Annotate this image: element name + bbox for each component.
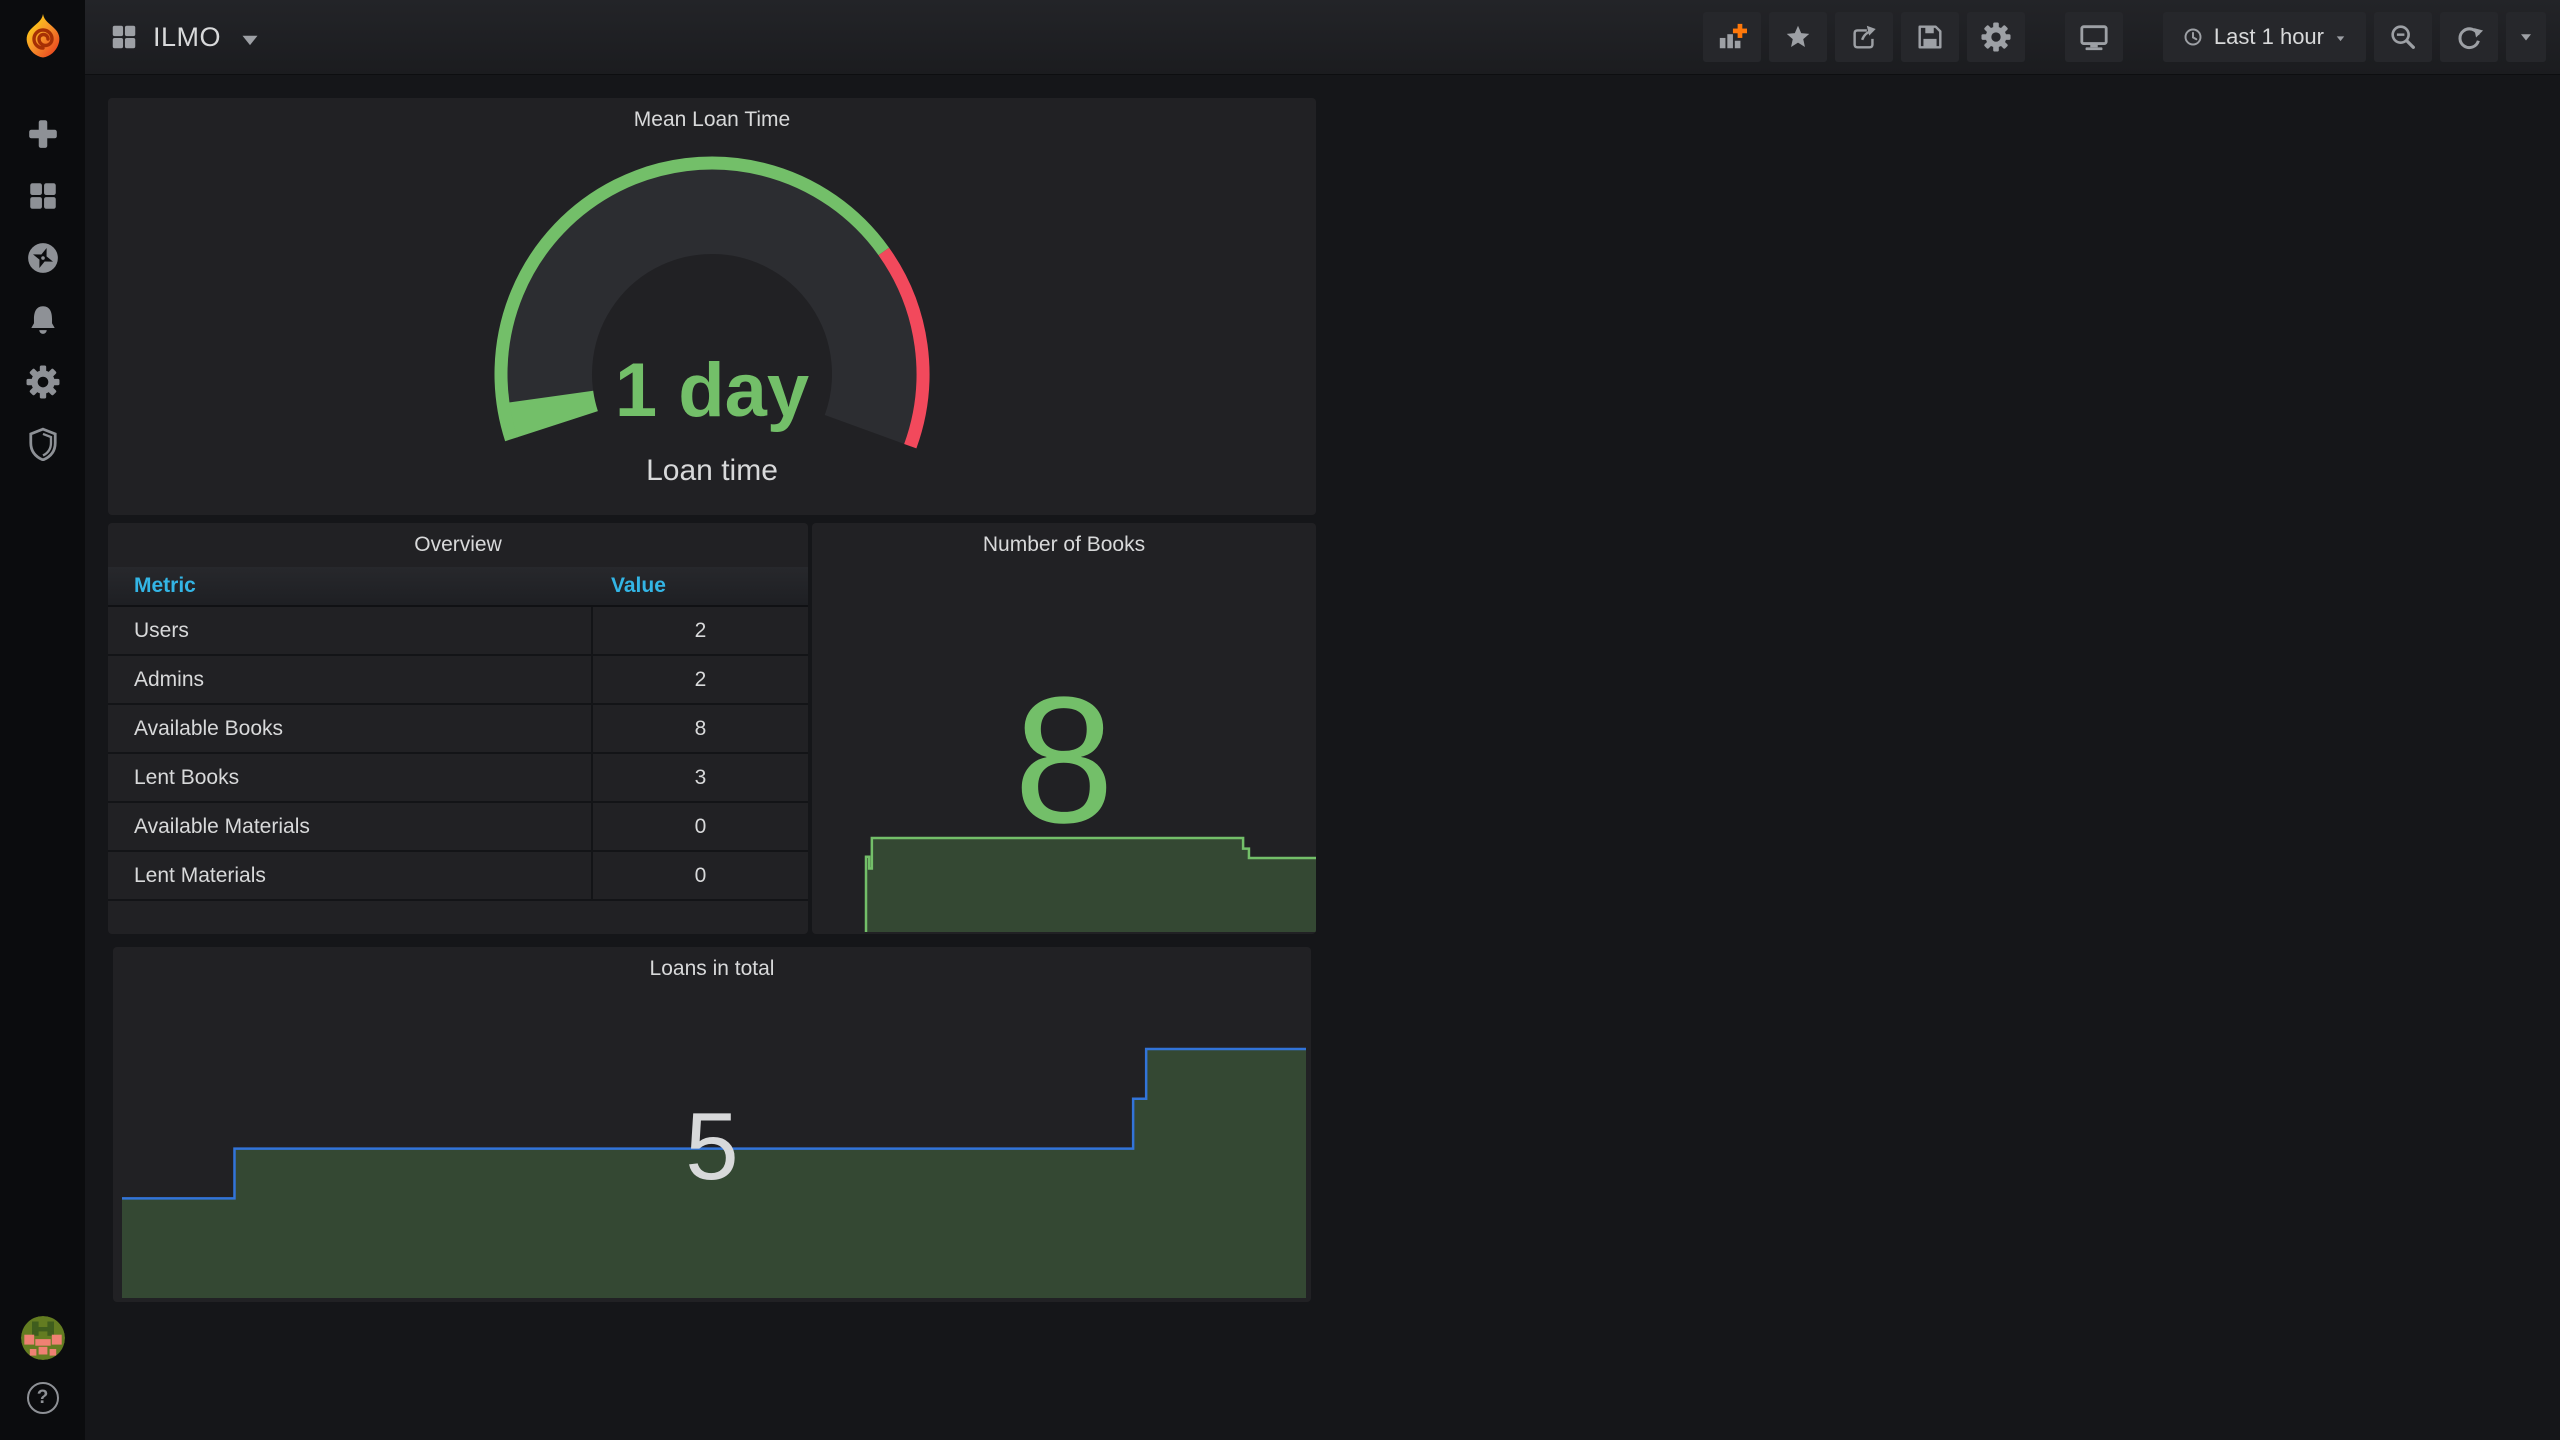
grafana-flame-icon [26, 14, 59, 58]
chevron-down-icon [2516, 27, 2536, 47]
share-icon [1849, 22, 1879, 52]
value-cell: 3 [591, 754, 808, 801]
value-cell: 0 [591, 852, 808, 899]
share-dashboard-button[interactable] [1834, 12, 1893, 62]
zoom-out-icon [2388, 22, 2418, 52]
metric-cell: Lent Materials [134, 863, 266, 887]
monitor-icon [2079, 22, 2109, 52]
dashboard-title-group[interactable]: ILMO [109, 19, 265, 55]
chevron-down-icon [2333, 31, 2348, 46]
gauge-label: Loan time [646, 454, 778, 487]
column-header-value[interactable]: Value [591, 574, 808, 598]
metric-cell: Lent Books [134, 765, 240, 789]
panel-loans-in-total: Loans in total 5 [113, 947, 1311, 1302]
gauge-value: 1 day [614, 348, 810, 433]
time-range-picker[interactable]: Last 1 hour [2162, 12, 2366, 62]
panel-mean-loan-time: Mean Loan Time 1 day Loan time [108, 98, 1316, 515]
gear-icon [26, 365, 60, 399]
clock-icon [2181, 25, 2205, 49]
chevron-down-icon [235, 25, 265, 55]
gear-icon [1981, 22, 2011, 52]
sidebar-item-explore[interactable] [23, 238, 63, 278]
cycle-view-mode-button[interactable] [2064, 12, 2123, 62]
refresh-interval-dropdown[interactable] [2506, 12, 2546, 62]
column-header-metric[interactable]: Metric [108, 574, 591, 598]
add-panel-icon [1717, 22, 1747, 52]
grafana-logo[interactable] [19, 12, 67, 60]
table-row: Available Materials 0 [108, 803, 808, 852]
sidebar-item-alerting[interactable] [23, 300, 63, 340]
avatar-image [20, 1316, 65, 1360]
sidebar-item-dashboards[interactable] [23, 176, 63, 216]
table-row: Lent Materials 0 [108, 852, 808, 901]
user-avatar[interactable] [20, 1316, 65, 1360]
metric-cell: Available Books [134, 716, 284, 740]
table-row: Available Books 8 [108, 705, 808, 754]
table-row: Lent Books 3 [108, 754, 808, 803]
star-icon [1783, 22, 1813, 52]
sidebar-item-create[interactable] [23, 114, 63, 154]
sidebar-item-configuration[interactable] [23, 362, 63, 402]
sidebar: ? [0, 0, 85, 1440]
value-cell: 8 [591, 705, 808, 752]
books-stat-value: 8 [1013, 660, 1115, 861]
shield-icon [26, 427, 60, 461]
dashboard-icon [109, 22, 139, 52]
question-mark-icon: ? [36, 1387, 49, 1408]
save-icon [1915, 22, 1945, 52]
sidebar-nav [23, 114, 63, 464]
time-range-label: Last 1 hour [2213, 24, 2324, 49]
table-row: Users 2 [108, 607, 808, 656]
table-header-row: Metric Value [108, 567, 808, 607]
refresh-icon [2454, 22, 2484, 52]
value-cell: 0 [591, 803, 808, 850]
sidebar-bottom: ? [20, 1316, 65, 1414]
save-dashboard-button[interactable] [1900, 12, 1959, 62]
dashboard-settings-button[interactable] [1966, 12, 2025, 62]
panel-title[interactable]: Overview [108, 523, 808, 567]
star-dashboard-button[interactable] [1768, 12, 1827, 62]
bell-icon [26, 303, 60, 337]
topbar-actions: Last 1 hour [1702, 12, 2546, 62]
value-cell: 2 [591, 607, 808, 654]
compass-icon [26, 241, 60, 275]
loans-stat-value: 5 [685, 1093, 739, 1200]
sidebar-item-server-admin[interactable] [23, 424, 63, 464]
value-cell: 2 [591, 656, 808, 703]
metric-cell: Admins [134, 667, 205, 691]
gauge-chart [494, 156, 930, 449]
refresh-button[interactable] [2440, 12, 2498, 62]
metric-cell: Users [134, 618, 189, 642]
topbar: ILMO Last 1 hour [85, 0, 2560, 75]
metric-cell: Available Materials [134, 814, 310, 838]
plus-icon [26, 117, 60, 151]
table-row: Admins 2 [108, 656, 808, 705]
dashboard-title: ILMO [153, 21, 222, 52]
panel-overview: Overview Metric Value Users 2 Admins 2 A… [108, 523, 808, 934]
zoom-out-time-button[interactable] [2374, 12, 2432, 62]
panel-number-of-books: Number of Books 8 [812, 523, 1316, 934]
overview-table: Metric Value Users 2 Admins 2 Available … [108, 567, 808, 901]
add-panel-button[interactable] [1702, 12, 1761, 62]
help-button[interactable]: ? [26, 1382, 59, 1414]
dashboards-grid-icon [26, 179, 60, 213]
